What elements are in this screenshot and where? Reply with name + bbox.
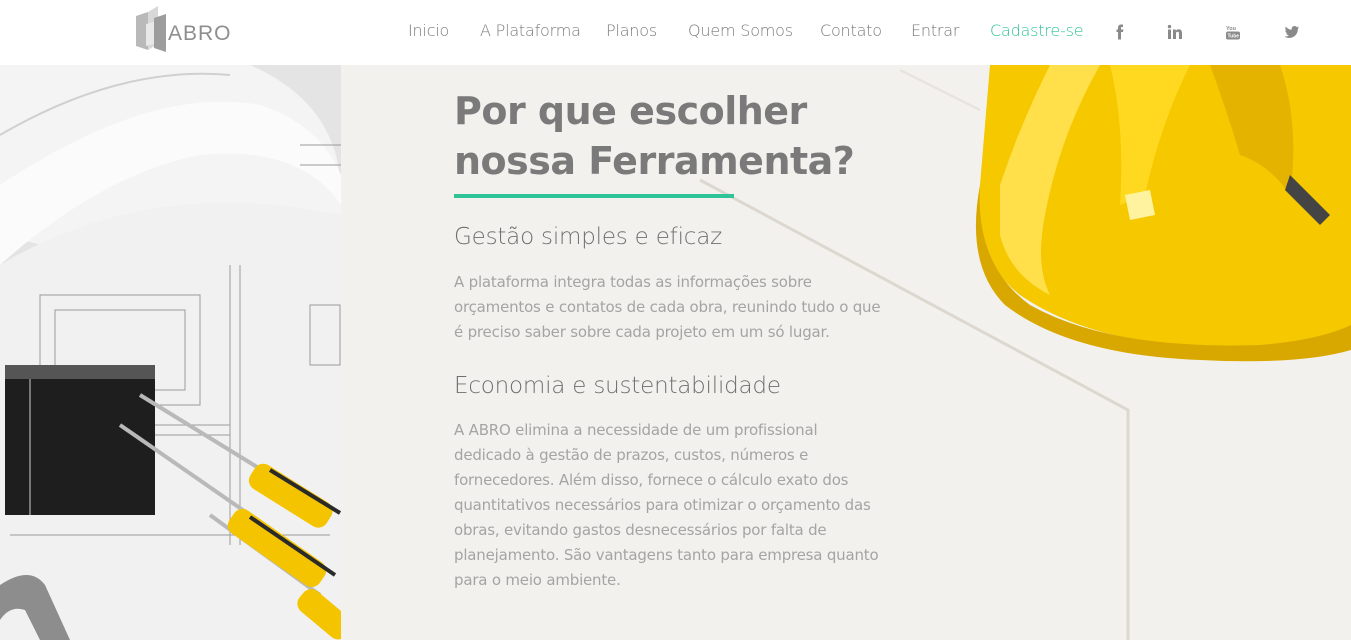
feature-text-line: para o meio ambiente. — [454, 571, 621, 589]
feature-heading: Gestão simples e eficaz — [454, 224, 722, 250]
svg-text:Tube: Tube — [1228, 34, 1240, 40]
section-title-line1: Por que escolher — [454, 89, 807, 133]
nav-contato[interactable]: Contato — [820, 21, 882, 40]
feature-text: A ABRO elimina a necessidade de um profi… — [454, 418, 924, 593]
facebook-icon[interactable] — [1110, 22, 1130, 42]
feature-text-line: quantitativos necessários para otimizar … — [454, 496, 871, 514]
title-underline — [454, 194, 734, 198]
feature-heading: Economia e sustentabilidade — [454, 373, 781, 399]
features-section: Por que escolher nossa Ferramenta? Gestã… — [454, 86, 924, 593]
section-title: Por que escolher nossa Ferramenta? — [454, 86, 924, 186]
nav-quem-somos[interactable]: Quem Somos — [688, 21, 793, 40]
logo-text[interactable]: ABRO — [168, 22, 232, 46]
nav-inicio[interactable]: Inicio — [408, 21, 449, 40]
feature-text-line: obras, evitando gastos desnecessários po… — [454, 521, 827, 539]
helmet-image — [960, 65, 1351, 365]
site-header: ABRO Inicio A Plataforma Planos Quem Som… — [0, 0, 1351, 65]
feature-text-line: planejamento. São vantagens tanto para e… — [454, 546, 879, 564]
nav-cadastre-se[interactable]: Cadastre-se — [990, 21, 1084, 40]
twitter-icon[interactable] — [1282, 22, 1302, 42]
feature-text-line: A ABRO elimina a necessidade de um profi… — [454, 421, 818, 439]
linkedin-icon[interactable] — [1165, 22, 1185, 42]
svg-text:You: You — [1226, 26, 1236, 32]
nav-a-plataforma[interactable]: A Plataforma — [480, 21, 581, 40]
nav-planos[interactable]: Planos — [606, 21, 657, 40]
feature-text-line: orçamentos e contatos de cada obra, reun… — [454, 298, 881, 316]
blueprint-image — [0, 65, 341, 640]
feature-text-line: é preciso saber sobre cada projeto em um… — [454, 323, 830, 341]
section-title-line2: nossa Ferramenta? — [454, 139, 855, 183]
feature-text-line: fornecedores. Além disso, fornece o cálc… — [454, 471, 849, 489]
feature-text-line: A plataforma integra todas as informaçõe… — [454, 273, 812, 291]
feature-text: A plataforma integra todas as informaçõe… — [454, 270, 924, 345]
feature-text-line: dedicado à gestão de prazos, custos, núm… — [454, 446, 809, 464]
nav-entrar[interactable]: Entrar — [911, 21, 959, 40]
youtube-icon[interactable]: You Tube — [1223, 22, 1243, 42]
